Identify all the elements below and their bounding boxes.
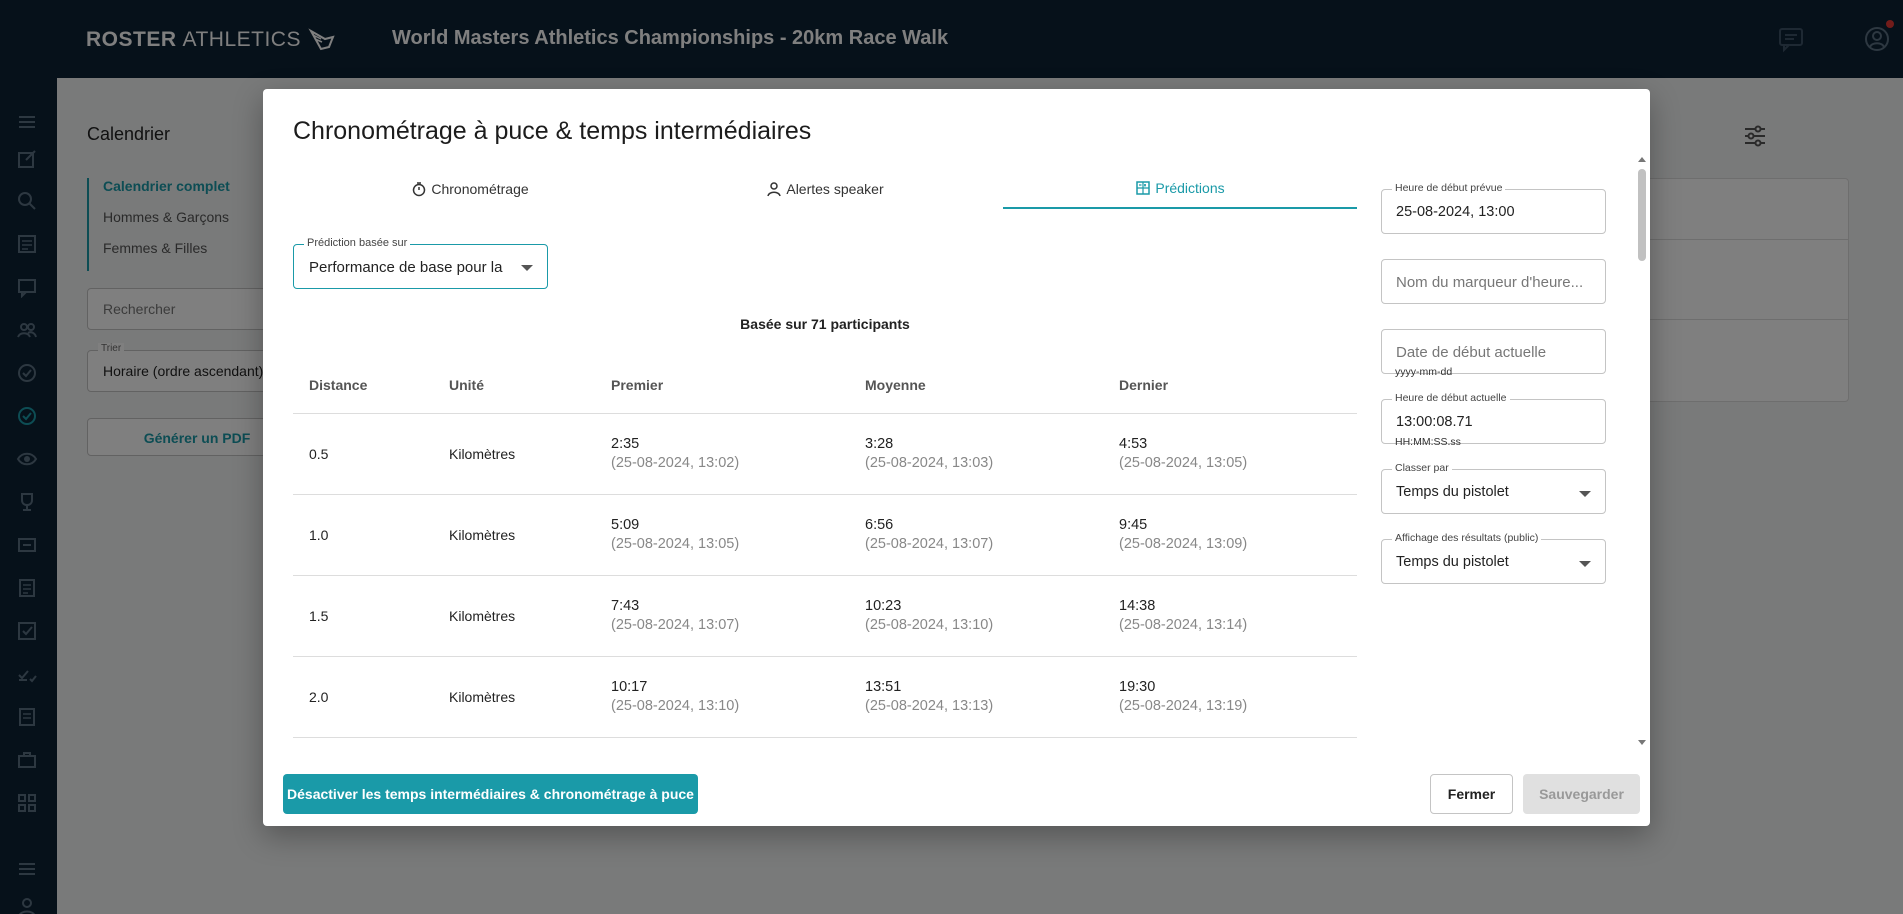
- cell-average: 10:23 (25-08-2024, 13:10): [849, 575, 1103, 657]
- last-time: 14:38: [1119, 598, 1156, 614]
- results-display-label: Affichage des résultats (public): [1392, 532, 1542, 544]
- tab-speaker-alerts[interactable]: Alertes speaker: [648, 169, 1002, 209]
- cell-average: 3:28 (25-08-2024, 13:03): [849, 413, 1103, 495]
- cell-first: 10:17 (25-08-2024, 13:10): [595, 656, 849, 738]
- average-time: 10:23: [865, 598, 902, 614]
- actual-start-date-placeholder: Date de début actuelle: [1396, 344, 1547, 361]
- cell-last: 4:53 (25-08-2024, 13:05): [1103, 413, 1357, 495]
- disable-chip-timing-button[interactable]: Désactiver les temps intermédiaires & ch…: [283, 774, 698, 814]
- average-time: 6:56: [865, 517, 894, 533]
- cell-first: 7:43 (25-08-2024, 13:07): [595, 575, 849, 657]
- scrollbar-thumb[interactable]: [1638, 169, 1646, 261]
- calculator-icon: [1136, 181, 1151, 195]
- last-time: 4:53: [1119, 436, 1148, 452]
- cell-average: 13:51 (25-08-2024, 13:13): [849, 656, 1103, 738]
- planned-start-field[interactable]: Heure de début prévue 25-08-2024, 13:00: [1381, 182, 1606, 234]
- results-display-select[interactable]: Affichage des résultats (public) Temps d…: [1381, 532, 1606, 584]
- actual-start-time-label: Heure de début actuelle: [1392, 392, 1510, 404]
- first-timestamp: (25-08-2024, 13:07): [611, 617, 740, 633]
- dropdown-arrow-icon: [1579, 561, 1591, 567]
- average-time: 13:51: [865, 679, 902, 695]
- person-icon: [767, 182, 782, 197]
- last-timestamp: (25-08-2024, 13:05): [1119, 455, 1248, 471]
- first-timestamp: (25-08-2024, 13:02): [611, 455, 740, 471]
- planned-start-label: Heure de début prévue: [1392, 182, 1506, 194]
- col-unit: Unité: [433, 357, 595, 414]
- cell-distance: 2.0: [293, 656, 433, 738]
- tab-speaker-alerts-label: Alertes speaker: [786, 181, 884, 197]
- rank-by-value: Temps du pistolet: [1396, 484, 1509, 500]
- first-time: 2:35: [611, 436, 640, 452]
- col-distance: Distance: [293, 357, 433, 414]
- dialog-scrollbar[interactable]: [1636, 155, 1648, 745]
- time-format-helper: HH:MM:SS.ss: [1395, 436, 1461, 448]
- cell-unit: Kilomètres: [433, 413, 595, 495]
- rank-by-select[interactable]: Classer par Temps du pistolet: [1381, 462, 1606, 514]
- chip-timing-dialog: Chronométrage à puce & temps intermédiai…: [263, 89, 1650, 826]
- cell-distance: 1.0: [293, 494, 433, 576]
- cell-last: 14:38 (25-08-2024, 13:14): [1103, 575, 1357, 657]
- last-time: 19:30: [1119, 679, 1156, 695]
- dropdown-arrow-icon: [521, 265, 533, 271]
- results-display-value: Temps du pistolet: [1396, 554, 1509, 570]
- tab-predictions-label: Prédictions: [1155, 180, 1225, 196]
- cell-first: 5:09 (25-08-2024, 13:05): [595, 494, 849, 576]
- dialog-tabs: Chronométrage Alertes speaker Prédiction…: [293, 169, 1357, 209]
- prediction-basis-label: Prédiction basée sur: [304, 237, 411, 249]
- first-time: 5:09: [611, 517, 640, 533]
- first-time: 10:17: [611, 679, 648, 695]
- col-average: Moyenne: [849, 357, 1103, 414]
- last-time: 9:45: [1119, 517, 1148, 533]
- dialog-title: Chronométrage à puce & temps intermédiai…: [293, 117, 812, 145]
- first-time: 7:43: [611, 598, 640, 614]
- prediction-basis-value: Performance de base pour la: [309, 259, 503, 276]
- first-timestamp: (25-08-2024, 13:05): [611, 536, 740, 552]
- predictions-table: Distance Unité Premier Moyenne Dernier 0…: [293, 357, 1357, 743]
- average-timestamp: (25-08-2024, 13:13): [865, 698, 994, 714]
- cell-distance: 0.5: [293, 413, 433, 495]
- scroll-down-arrow-icon[interactable]: [1638, 740, 1646, 745]
- date-format-helper: yyyy-mm-dd: [1395, 366, 1453, 378]
- col-last: Dernier: [1103, 357, 1357, 414]
- first-timestamp: (25-08-2024, 13:10): [611, 698, 740, 714]
- cell-unit: Kilomètres: [433, 575, 595, 657]
- average-timestamp: (25-08-2024, 13:07): [865, 536, 994, 552]
- table-row: 1.0 Kilomètres 5:09 (25-08-2024, 13:05) 6…: [293, 494, 1357, 576]
- average-time: 3:28: [865, 436, 894, 452]
- stopwatch-icon: [413, 182, 426, 197]
- prediction-basis-select[interactable]: Prédiction basée sur Performance de base…: [293, 237, 548, 289]
- save-button[interactable]: Sauvegarder: [1523, 774, 1640, 814]
- participants-count: Basée sur 71 participants: [740, 316, 910, 332]
- actual-start-time-value: 13:00:08.71: [1396, 414, 1473, 430]
- last-timestamp: (25-08-2024, 13:19): [1119, 698, 1248, 714]
- cell-unit: Kilomètres: [433, 494, 595, 576]
- table-row: 2.0 Kilomètres 10:17 (25-08-2024, 13:10) …: [293, 656, 1357, 738]
- last-timestamp: (25-08-2024, 13:14): [1119, 617, 1248, 633]
- tab-timing[interactable]: Chronométrage: [293, 169, 647, 209]
- cell-unit: Kilomètres: [433, 656, 595, 738]
- average-timestamp: (25-08-2024, 13:03): [865, 455, 994, 471]
- close-button[interactable]: Fermer: [1430, 774, 1513, 814]
- cell-last: 19:30 (25-08-2024, 13:19): [1103, 656, 1357, 738]
- col-first: Premier: [595, 357, 849, 414]
- table-row: 0.5 Kilomètres 2:35 (25-08-2024, 13:02) 3…: [293, 413, 1357, 495]
- tab-predictions[interactable]: Prédictions: [1003, 169, 1357, 209]
- tab-timing-label: Chronométrage: [431, 181, 529, 197]
- average-timestamp: (25-08-2024, 13:10): [865, 617, 994, 633]
- time-marker-placeholder: Nom du marqueur d'heure...: [1396, 274, 1584, 291]
- table-row: 1.5 Kilomètres 7:43 (25-08-2024, 13:07) 1…: [293, 575, 1357, 657]
- planned-start-value: 25-08-2024, 13:00: [1396, 204, 1515, 220]
- cell-average: 6:56 (25-08-2024, 13:07): [849, 494, 1103, 576]
- scroll-up-arrow-icon[interactable]: [1638, 157, 1646, 162]
- cell-distance: 1.5: [293, 575, 433, 657]
- rank-by-label: Classer par: [1392, 462, 1452, 474]
- dropdown-arrow-icon: [1579, 491, 1591, 497]
- last-timestamp: (25-08-2024, 13:09): [1119, 536, 1248, 552]
- cell-first: 2:35 (25-08-2024, 13:02): [595, 413, 849, 495]
- table-header-row: Distance Unité Premier Moyenne Dernier: [293, 357, 1357, 414]
- time-marker-name-input[interactable]: Nom du marqueur d'heure...: [1381, 259, 1606, 304]
- cell-last: 9:45 (25-08-2024, 13:09): [1103, 494, 1357, 576]
